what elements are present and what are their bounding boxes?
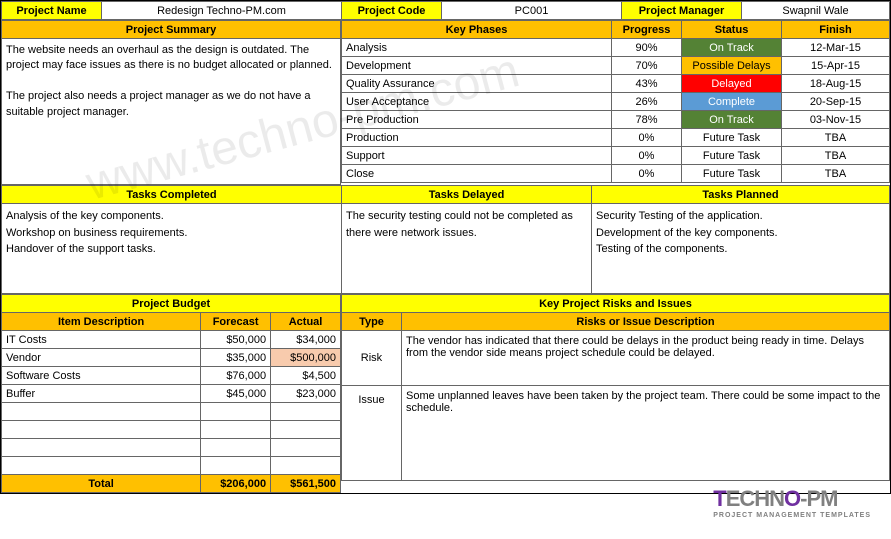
project-code-label: Project Code bbox=[342, 2, 442, 20]
phase-name: User Acceptance bbox=[342, 93, 612, 111]
phase-progress: 90% bbox=[612, 39, 682, 57]
total-actual: $561,500 bbox=[271, 475, 341, 493]
summary-line1: The website needs an overhaul as the des… bbox=[6, 44, 332, 71]
summary-header: Project Summary bbox=[2, 21, 341, 39]
budget-item: Software Costs bbox=[2, 367, 201, 385]
phase-progress: 70% bbox=[612, 57, 682, 75]
phase-finish: TBA bbox=[782, 165, 890, 183]
budget-item: Vendor bbox=[2, 349, 201, 367]
phase-name: Pre Production bbox=[342, 111, 612, 129]
tc2: Workshop on business requirements. bbox=[6, 227, 187, 239]
phase-status: On Track bbox=[682, 111, 782, 129]
phases-table: Key Phases Progress Status Finish Analys… bbox=[341, 20, 890, 183]
progress-header: Progress bbox=[612, 21, 682, 39]
project-name-label: Project Name bbox=[2, 2, 102, 20]
tasks-completed-cell: Analysis of the key components. Workshop… bbox=[2, 204, 342, 294]
project-code-value: PC001 bbox=[442, 2, 622, 20]
status-header: Status bbox=[682, 21, 782, 39]
phase-name: Analysis bbox=[342, 39, 612, 57]
logo-o: O bbox=[784, 486, 800, 511]
phase-name: Production bbox=[342, 129, 612, 147]
summary-text: The website needs an overhaul as the des… bbox=[2, 39, 341, 185]
item-desc-header: Item Description bbox=[2, 313, 201, 331]
budget-forecast: $50,000 bbox=[201, 331, 271, 349]
phase-status: Complete bbox=[682, 93, 782, 111]
risk2-type: Issue bbox=[342, 386, 402, 481]
budget-forecast: $35,000 bbox=[201, 349, 271, 367]
tasks-planned-cell: Security Testing of the application. Dev… bbox=[592, 204, 890, 294]
tp1: Security Testing of the application. bbox=[596, 210, 763, 222]
project-manager-value: Swapnil Wale bbox=[742, 2, 890, 20]
phase-finish: 15-Apr-15 bbox=[782, 57, 890, 75]
tasks-delayed-cell: The security testing could not be comple… bbox=[342, 204, 592, 294]
summary-line2: The project also needs a project manager… bbox=[6, 90, 311, 117]
budget-item: IT Costs bbox=[2, 331, 201, 349]
budget-forecast: $45,000 bbox=[201, 385, 271, 403]
total-forecast: $206,000 bbox=[201, 475, 271, 493]
risk1-type: Risk bbox=[342, 331, 402, 386]
phase-status: Future Task bbox=[682, 129, 782, 147]
actual-header: Actual bbox=[271, 313, 341, 331]
logo-sub: PROJECT MANAGEMENT TEMPLATES bbox=[713, 512, 871, 519]
logo: TECHNO-PM PROJECT MANAGEMENT TEMPLATES bbox=[713, 486, 871, 519]
phase-progress: 78% bbox=[612, 111, 682, 129]
phase-finish: TBA bbox=[782, 129, 890, 147]
phase-finish: 12-Mar-15 bbox=[782, 39, 890, 57]
phase-status: Possible Delays bbox=[682, 57, 782, 75]
risk1-desc: The vendor has indicated that there coul… bbox=[402, 331, 890, 386]
phase-finish: 03-Nov-15 bbox=[782, 111, 890, 129]
logo-t: T bbox=[713, 486, 725, 511]
budget-item: Buffer bbox=[2, 385, 201, 403]
tasks-table: Tasks Completed Tasks Delayed Tasks Plan… bbox=[1, 185, 890, 294]
budget-actual: $500,000 bbox=[271, 349, 341, 367]
phase-status: Future Task bbox=[682, 165, 782, 183]
phase-finish: 18-Aug-15 bbox=[782, 75, 890, 93]
phase-finish: TBA bbox=[782, 147, 890, 165]
total-label: Total bbox=[2, 475, 201, 493]
phase-name: Quality Assurance bbox=[342, 75, 612, 93]
budget-actual: $4,500 bbox=[271, 367, 341, 385]
project-manager-label: Project Manager bbox=[622, 2, 742, 20]
header-table: Project Name Redesign Techno-PM.com Proj… bbox=[1, 1, 890, 20]
tasks-delayed-header: Tasks Delayed bbox=[342, 186, 592, 204]
phase-status: On Track bbox=[682, 39, 782, 57]
phase-name: Development bbox=[342, 57, 612, 75]
tasks-planned-header: Tasks Planned bbox=[592, 186, 890, 204]
type-header: Type bbox=[342, 313, 402, 331]
budget-forecast: $76,000 bbox=[201, 367, 271, 385]
phase-progress: 0% bbox=[612, 147, 682, 165]
budget-table: Project Budget Item Description Forecast… bbox=[1, 294, 341, 493]
tp3: Testing of the components. bbox=[596, 243, 727, 255]
phase-finish: 20-Sep-15 bbox=[782, 93, 890, 111]
risk2-desc: Some unplanned leaves have been taken by… bbox=[402, 386, 890, 481]
finish-header: Finish bbox=[782, 21, 890, 39]
phase-progress: 0% bbox=[612, 129, 682, 147]
risks-header: Key Project Risks and Issues bbox=[342, 295, 890, 313]
budget-actual: $34,000 bbox=[271, 331, 341, 349]
td1: The security testing could not be comple… bbox=[346, 210, 573, 239]
phases-header: Key Phases bbox=[342, 21, 612, 39]
phase-progress: 26% bbox=[612, 93, 682, 111]
budget-actual: $23,000 bbox=[271, 385, 341, 403]
phase-status: Future Task bbox=[682, 147, 782, 165]
phase-status: Delayed bbox=[682, 75, 782, 93]
phase-progress: 0% bbox=[612, 165, 682, 183]
risks-table: Key Project Risks and Issues Type Risks … bbox=[341, 294, 890, 481]
budget-header: Project Budget bbox=[2, 295, 341, 313]
risk-desc-header: Risks or Issue Description bbox=[402, 313, 890, 331]
phase-progress: 43% bbox=[612, 75, 682, 93]
tp2: Development of the key components. bbox=[596, 227, 778, 239]
logo-rest: ECHN bbox=[726, 486, 784, 511]
phase-name: Support bbox=[342, 147, 612, 165]
project-name-value: Redesign Techno-PM.com bbox=[102, 2, 342, 20]
tc3: Handover of the support tasks. bbox=[6, 243, 156, 255]
tasks-completed-header: Tasks Completed bbox=[2, 186, 342, 204]
report-container: Project Name Redesign Techno-PM.com Proj… bbox=[0, 0, 891, 494]
forecast-header: Forecast bbox=[201, 313, 271, 331]
tc1: Analysis of the key components. bbox=[6, 210, 164, 222]
logo-pm: -PM bbox=[800, 486, 837, 511]
phase-name: Close bbox=[342, 165, 612, 183]
